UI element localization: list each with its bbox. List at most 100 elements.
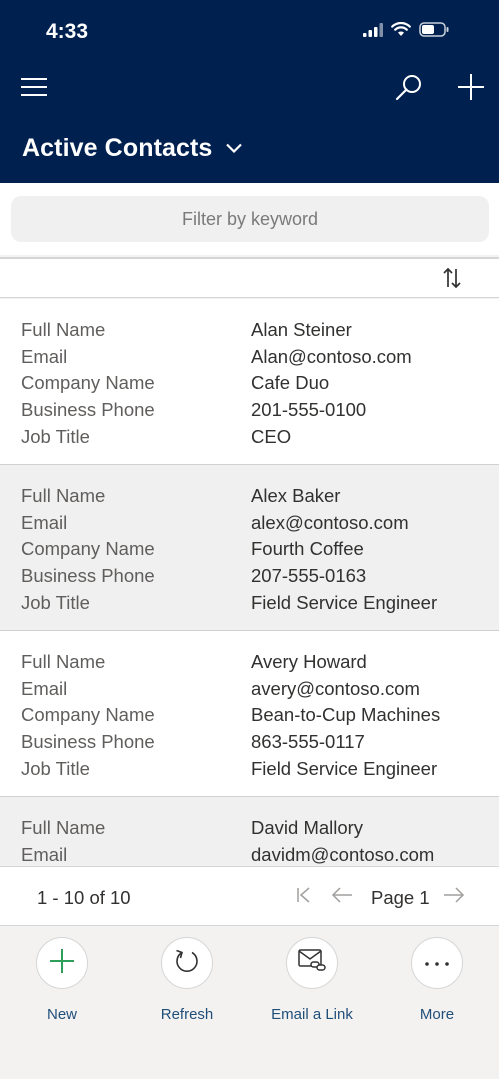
record-field: Job Title Field Service Engineer bbox=[0, 756, 499, 783]
plus-icon bbox=[49, 948, 75, 979]
record-field: Email avery@contoso.com bbox=[0, 676, 499, 703]
arrow-right-icon bbox=[443, 886, 465, 908]
field-label: Business Phone bbox=[21, 731, 155, 753]
field-label: Job Title bbox=[21, 591, 90, 613]
battery-icon bbox=[419, 22, 449, 42]
record-field: Email alex@contoso.com bbox=[0, 510, 499, 537]
view-selector[interactable]: Active Contacts bbox=[22, 134, 243, 163]
refresh-command-label: Refresh bbox=[160, 1006, 214, 1023]
field-label: Email bbox=[21, 677, 68, 699]
field-label: Full Name bbox=[21, 485, 106, 506]
new-command-button[interactable]: New bbox=[7, 937, 117, 1023]
pagination-bar: 1 - 10 of 10 Page 1 bbox=[0, 866, 499, 926]
field-label: Email bbox=[21, 345, 68, 367]
field-label: Company Name bbox=[21, 538, 155, 560]
contact-record[interactable]: Full Name David Mallory Email davidm@contos… bbox=[0, 797, 499, 865]
field-value: davidm@contoso.com bbox=[251, 843, 435, 865]
plus-icon bbox=[457, 73, 485, 106]
contact-record[interactable]: Full Name Alan Steiner Email Alan@contoso.c… bbox=[0, 299, 499, 465]
record-field: Business Phone 207-555-0163 bbox=[0, 563, 499, 590]
previous-page-button[interactable] bbox=[329, 884, 355, 910]
record-field: Job Title Field Service Engineer bbox=[0, 590, 499, 617]
next-page-button[interactable] bbox=[441, 884, 467, 910]
record-field: Job Title CEO bbox=[0, 424, 499, 451]
field-value: Alan Steiner bbox=[251, 319, 352, 340]
field-label: Full Name bbox=[21, 817, 106, 838]
view-title: Active Contacts bbox=[22, 134, 213, 162]
record-field: Full Name Alan Steiner bbox=[0, 317, 499, 344]
sort-bar bbox=[0, 257, 499, 298]
more-command-circle bbox=[411, 937, 463, 989]
sort-arrows-icon bbox=[443, 267, 461, 294]
add-contact-button[interactable] bbox=[451, 69, 491, 109]
field-label: Full Name bbox=[21, 651, 106, 672]
chevron-down-icon bbox=[226, 140, 243, 158]
sort-button[interactable] bbox=[437, 265, 467, 295]
field-value: Cafe Duo bbox=[251, 372, 330, 394]
wifi-icon bbox=[391, 21, 411, 42]
app-header: 4:33 Active Contacts bbox=[0, 0, 499, 183]
record-field: Company Name Cafe Duo bbox=[0, 370, 499, 397]
current-page-label: Page 1 bbox=[371, 887, 430, 908]
field-label: Company Name bbox=[21, 372, 155, 394]
field-value: Avery Howard bbox=[251, 651, 367, 672]
contact-record[interactable]: Full Name Avery Howard Email avery@contoso.… bbox=[0, 631, 499, 797]
record-field: Company Name Fourth Coffee bbox=[0, 536, 499, 563]
search-icon bbox=[395, 73, 423, 106]
field-label: Business Phone bbox=[21, 565, 155, 587]
refresh-command-circle bbox=[161, 937, 213, 989]
first-page-icon bbox=[296, 886, 312, 908]
field-value: alex@contoso.com bbox=[251, 511, 409, 533]
hamburger-menu-button[interactable] bbox=[14, 69, 54, 109]
refresh-command-button[interactable]: Refresh bbox=[132, 937, 242, 1023]
record-field: Full Name Alex Baker bbox=[0, 483, 499, 510]
field-value: avery@contoso.com bbox=[251, 677, 420, 699]
record-field: Full Name Avery Howard bbox=[0, 649, 499, 676]
field-label: Email bbox=[21, 843, 68, 865]
field-value: CEO bbox=[251, 425, 292, 447]
more-ellipsis-icon bbox=[424, 954, 450, 972]
filter-keyword-input[interactable] bbox=[11, 196, 489, 242]
more-command-label: More bbox=[419, 1006, 455, 1023]
search-button[interactable] bbox=[389, 69, 429, 109]
field-value: Bean-to-Cup Machines bbox=[251, 704, 441, 726]
field-value: Field Service Engineer bbox=[251, 591, 438, 613]
arrow-left-icon bbox=[331, 886, 353, 908]
record-field: Company Name Bean-to-Cup Machines bbox=[0, 702, 499, 729]
refresh-icon bbox=[173, 947, 201, 980]
record-field: Business Phone 863-555-0117 bbox=[0, 729, 499, 756]
field-label: Email bbox=[21, 511, 68, 533]
field-value: Fourth Coffee bbox=[251, 538, 364, 560]
field-value: 207-555-0163 bbox=[251, 565, 367, 587]
record-field: Full Name David Mallory bbox=[0, 815, 499, 842]
field-value: Field Service Engineer bbox=[251, 757, 438, 779]
status-icons bbox=[363, 21, 449, 42]
command-bar: New Refresh Email a Link More bbox=[0, 927, 499, 1079]
more-command-button[interactable]: More bbox=[382, 937, 492, 1023]
record-field: Business Phone 201-555-0100 bbox=[0, 397, 499, 424]
new-command-label: New bbox=[46, 1006, 77, 1023]
field-value: 201-555-0100 bbox=[251, 399, 367, 421]
field-label: Job Title bbox=[21, 757, 90, 779]
first-page-button[interactable] bbox=[291, 884, 317, 910]
field-value: Alan@contoso.com bbox=[251, 345, 412, 367]
record-field: Email davidm@contoso.com bbox=[0, 842, 499, 865]
new-command-circle bbox=[36, 937, 88, 989]
cellular-signal-icon bbox=[363, 22, 383, 42]
hamburger-menu-icon bbox=[20, 77, 48, 102]
contact-list: Full Name Alan Steiner Email Alan@contoso.c… bbox=[0, 299, 499, 865]
field-value: Alex Baker bbox=[251, 485, 341, 506]
record-field: Email Alan@contoso.com bbox=[0, 344, 499, 371]
field-label: Business Phone bbox=[21, 399, 155, 421]
record-count: 1 - 10 of 10 bbox=[37, 887, 131, 908]
field-value: David Mallory bbox=[251, 817, 364, 838]
field-label: Company Name bbox=[21, 704, 155, 726]
field-value: 863-555-0117 bbox=[251, 731, 365, 753]
email-link-command-circle bbox=[286, 937, 338, 989]
field-label: Job Title bbox=[21, 425, 90, 447]
email-link-command-label: Email a Link bbox=[271, 1006, 353, 1023]
contact-record[interactable]: Full Name Alex Baker Email alex@contoso.com… bbox=[0, 465, 499, 631]
field-label: Full Name bbox=[21, 319, 106, 340]
email-link-command-button[interactable]: Email a Link bbox=[257, 937, 367, 1023]
status-time: 4:33 bbox=[46, 20, 89, 43]
